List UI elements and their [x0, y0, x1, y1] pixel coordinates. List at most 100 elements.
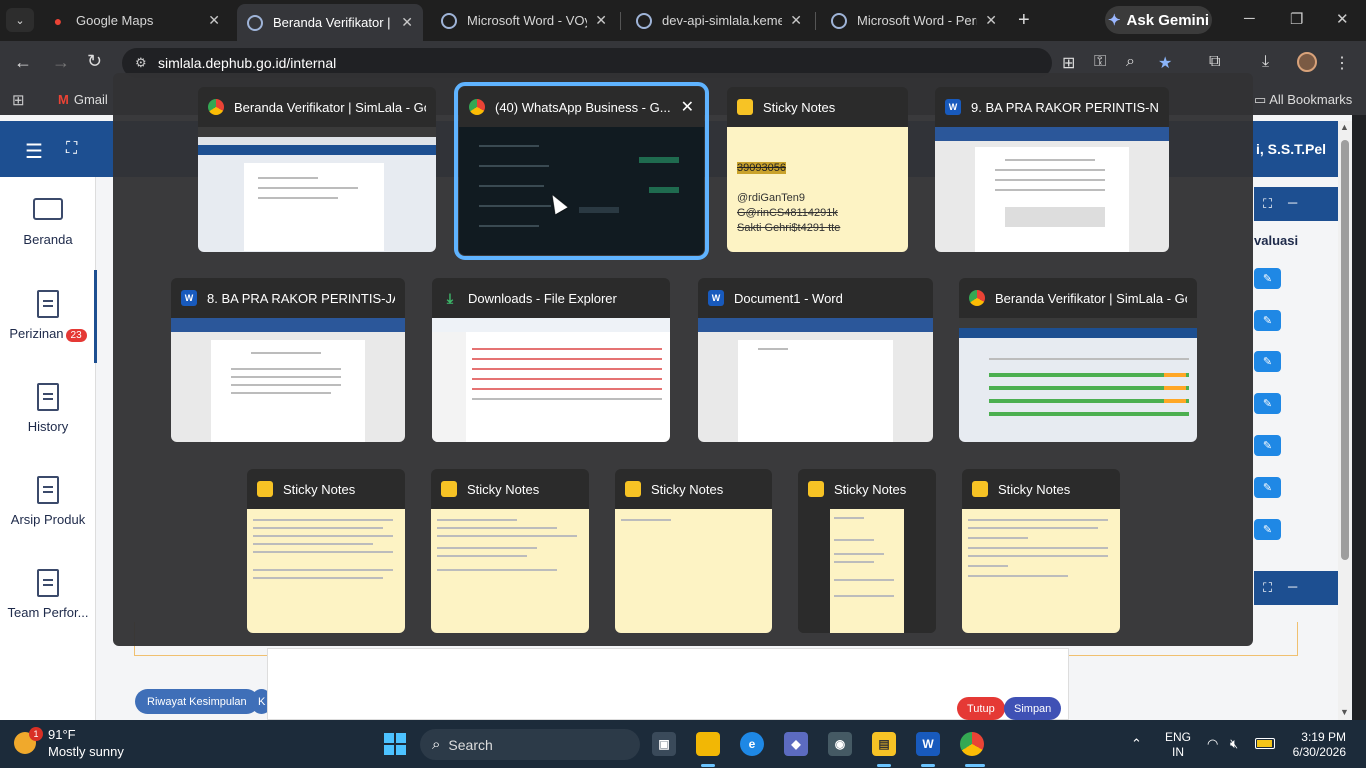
minimize-icon[interactable]: ─	[1244, 10, 1255, 27]
window-card-ba-pra-rakor-nus[interactable]: W9. BA PRA RAKOR PERINTIS-NUS...	[935, 87, 1169, 252]
word-taskbar-icon[interactable]: W	[916, 732, 940, 756]
window-card-sticky-notes-5[interactable]: Sticky Notes	[798, 469, 936, 633]
sticky-notes-taskbar-icon[interactable]: ▤	[872, 732, 896, 756]
edit-button[interactable]: ✎	[1254, 393, 1281, 414]
weather-description[interactable]: Mostly sunny	[48, 744, 124, 759]
edit-button[interactable]: ✎	[1254, 351, 1281, 372]
start-button[interactable]	[384, 733, 406, 755]
extensions-icon[interactable]: ⧉	[1209, 53, 1220, 71]
key-icon[interactable]: ⚿	[1094, 53, 1106, 71]
tutup-button[interactable]: Tutup	[957, 697, 1005, 720]
taskbar-search[interactable]: ⌕ Search	[420, 729, 640, 760]
sidebar-item-team-performance[interactable]: Team Perfor...	[0, 569, 96, 620]
window-card-file-explorer[interactable]: ⤓ Downloads - File Explorer	[432, 278, 670, 442]
close-window-icon[interactable]: ✕	[1336, 10, 1349, 28]
window-card-beranda-verifikator-2[interactable]: Beranda Verifikator | SimLala - Go...	[959, 278, 1197, 442]
file-explorer-icon[interactable]	[696, 732, 720, 756]
sidebar-item-perizinan[interactable]: Perizinan 23	[0, 290, 96, 342]
more-menu-icon[interactable]: ⋮	[1334, 53, 1350, 73]
tab-dev-api[interactable]: dev-api-simlala.kemenhub ✕	[626, 4, 812, 37]
url-text[interactable]: simlala.dephub.go.id/internal	[158, 55, 336, 71]
expand-icon[interactable]: ⛶	[1263, 196, 1272, 212]
chrome-taskbar-icon[interactable]	[960, 732, 984, 756]
tab-search-button[interactable]: ⌄	[6, 8, 34, 32]
weather-temperature[interactable]: 91°F	[48, 727, 76, 742]
window-thumbnail: 39093056 @rdiGanTen9 G@rinCS48114291k Sa…	[727, 127, 908, 252]
scroll-down-icon[interactable]: ▼	[1340, 707, 1349, 717]
window-card-sticky-notes-4[interactable]: Sticky Notes	[615, 469, 772, 633]
window-card-document1-word[interactable]: W Document1 - Word	[698, 278, 933, 442]
scrollbar-thumb[interactable]	[1341, 140, 1349, 560]
task-view-icon[interactable]: ▣	[652, 732, 676, 756]
window-card-sticky-notes-6[interactable]: Sticky Notes	[962, 469, 1120, 633]
window-thumbnail	[962, 509, 1120, 633]
sidebar-item-history[interactable]: History	[0, 383, 96, 434]
window-card-sticky-notes[interactable]: Sticky Notes 39093056 @rdiGanTen9 G@rinC…	[727, 87, 908, 252]
close-icon[interactable]: ✕	[681, 97, 694, 117]
folder-icon: ▭	[1254, 92, 1270, 107]
window-card-whatsapp-business[interactable]: (40) WhatsApp Business - G... ✕	[454, 82, 709, 260]
vpn-app-icon[interactable]: ◆	[784, 732, 808, 756]
apps-grid-icon[interactable]: ⊞	[12, 91, 25, 109]
edge-icon[interactable]: e	[740, 732, 764, 756]
all-bookmarks[interactable]: ▭ All Bookmarks	[1254, 92, 1352, 108]
word-icon: W	[708, 290, 724, 306]
sidebar	[0, 177, 96, 720]
globe-icon	[831, 12, 847, 29]
edit-button[interactable]: ✎	[1254, 435, 1281, 456]
expand-icon[interactable]: ⛶	[1263, 580, 1272, 596]
close-icon[interactable]: ✕	[985, 12, 997, 29]
edit-button[interactable]: ✎	[1254, 519, 1281, 540]
install-app-icon[interactable]: ⊞	[1062, 53, 1075, 73]
zoom-icon[interactable]: ⌕	[1126, 53, 1135, 71]
bookmark-gmail[interactable]: M Gmail	[58, 92, 108, 107]
ask-gemini-button[interactable]: ✦ Ask Gemini	[1105, 6, 1212, 34]
forward-arrow-icon[interactable]: →	[52, 52, 70, 73]
edit-button[interactable]: ✎	[1254, 310, 1281, 331]
sidebar-item-beranda[interactable]: Beranda	[0, 198, 96, 247]
edit-button[interactable]: ✎	[1254, 268, 1281, 289]
scroll-up-icon[interactable]: ▲	[1340, 122, 1349, 132]
clock[interactable]: 3:19 PM 6/30/2026	[1290, 730, 1346, 760]
download-icon[interactable]: ⤓	[1262, 53, 1269, 71]
window-card-sticky-notes-3[interactable]: Sticky Notes	[431, 469, 589, 633]
user-name[interactable]: i, S.S.T.Pel	[1256, 141, 1326, 157]
globe-icon	[636, 12, 652, 29]
wifi-icon[interactable]: ◠	[1207, 736, 1218, 752]
maximize-icon[interactable]: ❐	[1290, 10, 1303, 28]
window-card-sticky-notes-2[interactable]: Sticky Notes	[247, 469, 405, 633]
chevron-up-icon[interactable]: ⌃	[1131, 736, 1142, 752]
tab-word-voyage[interactable]: Microsoft Word - VOyage ✕	[431, 4, 617, 37]
bookmark-star-icon[interactable]: ★	[1158, 53, 1172, 73]
hamburger-menu-icon[interactable]: ☰	[25, 139, 43, 164]
fullscreen-icon[interactable]: ⛶	[66, 140, 77, 158]
window-card-ba-pra-rakor-jawa[interactable]: W8. BA PRA RAKOR PERINTIS-JAWA...	[171, 278, 405, 442]
taskbar	[0, 720, 1366, 768]
sidebar-item-arsip-produk[interactable]: Arsip Produk	[0, 476, 96, 527]
simpan-button[interactable]: Simpan	[1004, 697, 1062, 720]
volume-muted-icon[interactable]: 🔇︎	[1230, 736, 1238, 752]
minimize-card-icon[interactable]: ─	[1288, 195, 1297, 210]
minimize-card-icon[interactable]: ─	[1288, 579, 1297, 594]
tab-google-maps[interactable]: ● Google Maps ✕	[40, 4, 230, 37]
close-icon[interactable]: ✕	[208, 12, 220, 29]
profile-avatar[interactable]	[1297, 52, 1317, 72]
tab-word-permen[interactable]: Microsoft Word - Permen ✕	[821, 4, 1007, 37]
reload-icon[interactable]: ↻	[87, 51, 102, 72]
sticky-notes-icon	[737, 99, 753, 115]
window-card-beranda-verifikator[interactable]: Beranda Verifikator | SimLala - Go...	[198, 87, 436, 252]
edit-button[interactable]: ✎	[1254, 477, 1281, 498]
back-arrow-icon[interactable]: ←	[14, 52, 32, 73]
site-info-icon[interactable]: ⚙	[135, 55, 147, 71]
riwayat-kesimpulan-button[interactable]: Riwayat Kesimpulan	[135, 689, 259, 714]
close-icon[interactable]: ✕	[401, 14, 413, 31]
edit-icon: ✎	[1262, 315, 1273, 327]
window-thumbnail	[198, 127, 436, 252]
tab-beranda-verifikator[interactable]: Beranda Verifikator | SimLala ✕	[237, 4, 423, 41]
battery-icon[interactable]	[1255, 738, 1275, 749]
close-icon[interactable]: ✕	[790, 12, 802, 29]
camera-app-icon[interactable]: ◉	[828, 732, 852, 756]
close-icon[interactable]: ✕	[595, 12, 607, 29]
language-indicator[interactable]: ENG IN	[1165, 730, 1191, 760]
new-tab-button[interactable]: +	[1018, 10, 1030, 30]
